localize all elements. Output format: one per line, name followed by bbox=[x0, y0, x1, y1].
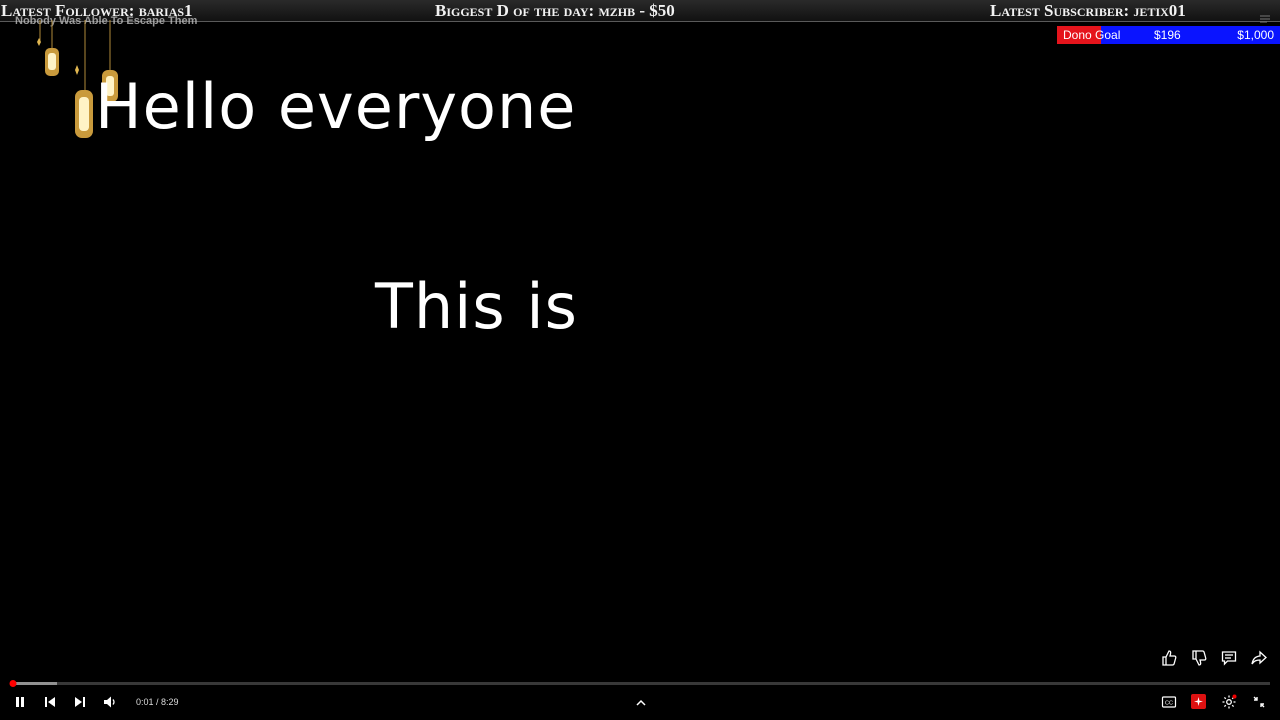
previous-icon[interactable] bbox=[40, 693, 59, 712]
donation-goal-bar: Dono Goal $196 $1,000 bbox=[1057, 26, 1280, 44]
donation-goal-current: $196 bbox=[1154, 28, 1181, 42]
like-icon[interactable] bbox=[1159, 648, 1178, 667]
buffered-bar bbox=[10, 682, 57, 685]
exit-fullscreen-icon[interactable] bbox=[1249, 692, 1268, 711]
biggest-donation-text: Biggest D of the day: mzhb - $50 bbox=[435, 1, 675, 20]
latest-subscriber-text: Latest Subscriber: jetix01 bbox=[990, 1, 1186, 20]
svg-text:CC: CC bbox=[1165, 700, 1173, 706]
seek-bar[interactable] bbox=[9, 680, 1270, 687]
time-display: 0:01 / 8:29 bbox=[136, 697, 179, 707]
volume-icon[interactable] bbox=[100, 693, 119, 712]
chevron-up-icon[interactable] bbox=[631, 693, 650, 712]
comments-icon[interactable] bbox=[1219, 648, 1238, 667]
caption-line-1: Hello everyone bbox=[95, 70, 577, 143]
video-actions bbox=[1159, 648, 1268, 667]
player-controls-left: 0:01 / 8:29 bbox=[10, 692, 179, 712]
player-controls-right: CC bbox=[1159, 692, 1268, 711]
settings-icon[interactable] bbox=[1219, 692, 1238, 711]
next-icon[interactable] bbox=[70, 693, 89, 712]
captions-icon[interactable]: CC bbox=[1159, 692, 1178, 711]
donation-goal-target: $1,000 bbox=[1237, 28, 1274, 42]
miniplayer-badge bbox=[1191, 694, 1206, 709]
dislike-icon[interactable] bbox=[1189, 648, 1208, 667]
caption-line-2: This is bbox=[375, 270, 578, 343]
pause-icon[interactable] bbox=[10, 693, 29, 712]
donation-goal-label: Dono Goal bbox=[1063, 28, 1121, 42]
miniplayer-icon[interactable] bbox=[1189, 692, 1208, 711]
share-icon[interactable] bbox=[1249, 648, 1268, 667]
scrubber-handle[interactable] bbox=[9, 680, 17, 687]
